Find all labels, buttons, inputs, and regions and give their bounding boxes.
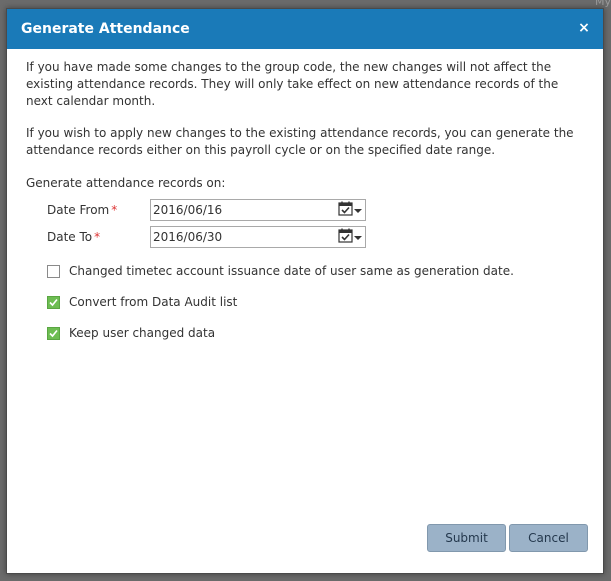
date-to-picker [150,225,366,248]
date-to-label: Date To * [47,229,101,244]
calendar-icon [338,228,354,246]
dialog-buttons: Submit Cancel [427,524,588,552]
option-label: Keep user changed data [69,326,216,340]
generate-on-label: Generate attendance records on: [26,176,226,190]
submit-button[interactable]: Submit [427,524,506,552]
background-text-fragment: My [594,0,611,8]
checkmark-icon [49,298,58,306]
date-to-calendar-button[interactable] [335,227,365,247]
option-change-issuance-date: Changed timetec account issuance date of… [47,261,584,281]
keep-user-changed-checkbox[interactable] [47,326,60,340]
required-mark: * [94,229,101,244]
convert-data-audit-checkbox[interactable] [47,295,60,309]
option-keep-user-changed: Keep user changed data [47,323,584,343]
info-paragraph-2: If you wish to apply new changes to the … [26,126,574,157]
option-label: Convert from Data Audit list [69,295,238,309]
dialog-titlebar: Generate Attendance × [7,9,603,49]
required-mark: * [111,202,118,217]
date-from-input[interactable] [151,200,335,219]
options-list: Changed timetec account issuance date of… [47,261,584,343]
date-to-input[interactable] [151,227,335,246]
option-convert-data-audit: Convert from Data Audit list [47,292,584,312]
dialog-body: If you have made some changes to the gro… [7,49,603,343]
checkmark-icon [49,329,58,337]
date-to-row: Date To * [47,224,584,249]
chevron-down-icon [354,203,362,217]
change-issuance-date-checkbox[interactable] [47,264,60,278]
info-paragraph-1: If you have made some changes to the gro… [26,60,559,108]
date-from-picker [150,198,366,221]
date-from-row: Date From * [47,197,584,222]
date-from-calendar-button[interactable] [335,200,365,220]
dialog-title: Generate Attendance [21,21,190,37]
chevron-down-icon [354,230,362,244]
generate-attendance-dialog: Generate Attendance × If you have made s… [6,8,604,574]
date-from-label: Date From * [47,202,118,217]
calendar-icon [338,201,354,219]
cancel-button[interactable]: Cancel [509,524,588,552]
close-button[interactable]: × [577,21,591,35]
option-label: Changed timetec account issuance date of… [69,264,514,278]
